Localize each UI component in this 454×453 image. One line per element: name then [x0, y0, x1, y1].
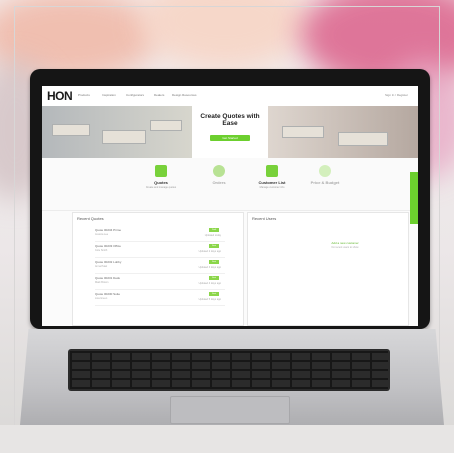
- customer-list-icon: [266, 165, 278, 177]
- quote-name: Quote 00231 Desk: [95, 276, 121, 280]
- feature-desc: Create and manage quotes: [145, 186, 177, 189]
- add-customer-link[interactable]: Add a new customer: [304, 241, 386, 245]
- feature-customer-list[interactable]: Customer List Manage customer info: [247, 165, 297, 189]
- feature-quotes[interactable]: Quotes Create and manage quotes: [136, 165, 186, 189]
- quote-customer: Mark Brown: [95, 281, 109, 284]
- keyboard-keys: [70, 351, 388, 389]
- quote-updated: Updated 5 days ago: [198, 298, 221, 301]
- list-item[interactable]: Quote 00231 Desk Mark Brown Sent Updated…: [95, 275, 225, 290]
- feature-label: Customer List: [258, 180, 286, 185]
- quote-customer: Anna Patel: [95, 265, 108, 268]
- quote-customer: Jessica Lee: [95, 233, 109, 236]
- feature-label: Quotes: [154, 180, 168, 185]
- desk-shape: [52, 124, 90, 136]
- quote-icon: [155, 165, 167, 177]
- quote-name: Quote 00232 Lobby: [95, 260, 122, 264]
- nav-item-products[interactable]: Products: [78, 93, 90, 97]
- feature-label: Orders: [212, 180, 226, 185]
- desk-shape: [150, 120, 182, 131]
- status-badge: Sent: [209, 276, 219, 280]
- recent-users-panel: Recent Users: [247, 212, 409, 326]
- list-item[interactable]: Quote 00230 Suite Lisa Green Sent Update…: [95, 291, 225, 306]
- laptop-screen: HON Products Inspiration Configurators D…: [42, 86, 418, 326]
- empty-state-text: No recent users to show: [331, 246, 359, 249]
- panel-title: Recent Quotes: [77, 216, 104, 221]
- nav-item-dealers[interactable]: Dealers: [154, 93, 164, 97]
- hero-office-image-left: [42, 106, 192, 158]
- quote-updated: Updated 3 days ago: [198, 266, 221, 269]
- desk-shape: [102, 130, 146, 144]
- list-item[interactable]: Quote 00234 Prime Jessica Lee Draft Upda…: [95, 227, 225, 242]
- feature-orders[interactable]: Orders: [194, 165, 244, 186]
- feedback-side-tab[interactable]: [410, 172, 418, 224]
- quote-name: Quote 00230 Suite: [95, 292, 121, 296]
- panel-title: Recent Users: [252, 216, 277, 221]
- status-badge: Sent: [209, 260, 219, 264]
- quote-customer: Cole Smith: [95, 249, 108, 252]
- hon-logo[interactable]: HON: [47, 89, 73, 103]
- desk-shape: [338, 132, 388, 146]
- site-navbar: HON Products Inspiration Configurators D…: [42, 86, 418, 107]
- table-surface: [0, 425, 454, 453]
- price-icon: [319, 165, 331, 177]
- desk-shape: [282, 126, 324, 138]
- feature-price-budget[interactable]: Price & Budget: [300, 165, 350, 186]
- list-item[interactable]: Quote 00232 Lobby Anna Patel Sent Update…: [95, 259, 225, 274]
- hero-office-image-right: [268, 106, 418, 158]
- orders-icon: [213, 165, 225, 177]
- feature-desc: Manage customer info: [259, 186, 285, 189]
- hero-title: Create Quotes with Ease: [200, 113, 260, 127]
- quote-customer: Lisa Green: [95, 297, 108, 300]
- recent-quotes-panel: Recent Quotes Quote 00234 Prime Jessica …: [72, 212, 244, 326]
- nav-item-design-resources[interactable]: Design Resources: [172, 93, 197, 97]
- status-badge: Sent: [209, 292, 219, 296]
- quote-name: Quote 00234 Prime: [95, 228, 122, 232]
- nav-item-configurators[interactable]: Configurators: [126, 93, 144, 97]
- quote-updated: Updated 2 days ago: [198, 250, 221, 253]
- status-badge: Sent: [209, 244, 219, 248]
- laptop-trackpad: [170, 396, 290, 424]
- get-started-button[interactable]: Get Started: [210, 135, 250, 141]
- quote-updated: Updated today: [204, 234, 221, 237]
- quote-name: Quote 00233 Office: [95, 244, 121, 248]
- quote-updated: Updated 4 days ago: [198, 282, 221, 285]
- list-item[interactable]: Quote 00233 Office Cole Smith Sent Updat…: [95, 243, 225, 258]
- status-badge: Draft: [209, 228, 219, 232]
- signin-link[interactable]: Sign In / Register: [385, 93, 408, 97]
- nav-item-inspiration[interactable]: Inspiration: [102, 93, 116, 97]
- feature-label: Price & Budget: [310, 180, 340, 185]
